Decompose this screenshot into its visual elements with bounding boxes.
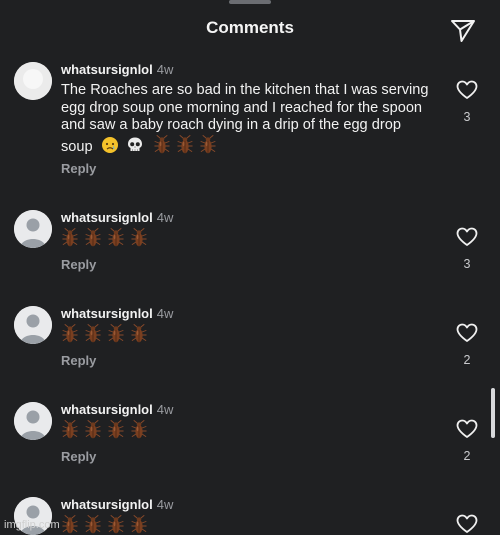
comment-meta: whatsursignlol 4w: [61, 210, 173, 225]
cockroach-icon: [84, 420, 102, 440]
avatar[interactable]: [14, 62, 52, 100]
heart-icon[interactable]: [456, 514, 478, 534]
cockroach-icon: [130, 515, 148, 535]
page-title: Comments: [206, 18, 294, 37]
comment-item: whatsursignlol 4w Reply 3: [0, 208, 500, 288]
cockroach-icon: [199, 134, 217, 155]
cockroach-icon: [130, 228, 148, 248]
heart-icon[interactable]: [456, 227, 478, 247]
cockroach-icon: [61, 420, 79, 440]
username[interactable]: whatsursignlol: [61, 402, 153, 417]
watermark: imgflip.com: [4, 519, 60, 531]
cockroach-icon: [130, 420, 148, 440]
timestamp: 4w: [156, 497, 174, 512]
comment-emojis: [61, 515, 153, 535]
username[interactable]: whatsursignlol: [61, 210, 153, 225]
reply-button[interactable]: Reply: [61, 257, 96, 272]
comment-item: whatsursignlol 4w The Roaches are so bad …: [0, 60, 500, 195]
sheet-grabber[interactable]: [229, 0, 271, 4]
comment-emojis: [61, 420, 153, 442]
like-count: 3: [463, 110, 471, 124]
comment-meta: whatsursignlol 4w: [61, 402, 173, 417]
cockroach-icon: [61, 324, 79, 344]
cockroach-icon: [107, 324, 125, 344]
comment-item: whatsursignlol 4w Reply 2: [0, 400, 500, 480]
comment-meta: whatsursignlol 4w: [61, 62, 173, 77]
avatar[interactable]: [14, 210, 52, 248]
username[interactable]: whatsursignlol: [61, 62, 153, 77]
cockroach-icon: [130, 324, 148, 344]
comment-item: whatsursignlol 4w: [0, 495, 500, 535]
scrollbar[interactable]: [491, 388, 495, 438]
heart-icon[interactable]: [456, 80, 478, 100]
timestamp: 4w: [156, 210, 174, 225]
reply-button[interactable]: Reply: [61, 449, 96, 464]
cockroach-icon: [107, 515, 125, 535]
heart-icon[interactable]: [456, 419, 478, 439]
comment-meta: whatsursignlol 4w: [61, 497, 173, 512]
like-count: 3: [463, 257, 471, 271]
timestamp: 4w: [156, 306, 174, 321]
timestamp: 4w: [156, 62, 174, 77]
comments-sheet: Comments whatsursignlol 4w The Roaches ar…: [0, 0, 500, 535]
comment-item: whatsursignlol 4w Reply 2: [0, 304, 500, 384]
skull-icon: [126, 136, 144, 154]
cockroach-icon: [84, 228, 102, 248]
username[interactable]: whatsursignlol: [61, 497, 153, 512]
comments-header: Comments: [0, 14, 500, 46]
cockroach-icon: [84, 515, 102, 535]
cockroach-icon: [84, 324, 102, 344]
comment-emojis: [61, 324, 153, 346]
like-count: 2: [463, 353, 471, 367]
timestamp: 4w: [156, 402, 174, 417]
send-icon[interactable]: [449, 16, 477, 44]
heart-icon[interactable]: [456, 323, 478, 343]
cockroach-icon: [176, 134, 194, 155]
cockroach-icon: [107, 420, 125, 440]
cockroach-icon: [61, 515, 79, 535]
avatar[interactable]: [14, 402, 52, 440]
comment-emojis: [61, 228, 153, 250]
cockroach-icon: [153, 134, 171, 155]
reply-button[interactable]: Reply: [61, 353, 96, 368]
reply-button[interactable]: Reply: [61, 161, 96, 176]
avatar[interactable]: [14, 306, 52, 344]
comment-text: The Roaches are so bad in the kitchen th…: [61, 82, 431, 156]
comment-meta: whatsursignlol 4w: [61, 306, 173, 321]
cockroach-icon: [61, 228, 79, 248]
username[interactable]: whatsursignlol: [61, 306, 153, 321]
cockroach-icon: [107, 228, 125, 248]
like-count: 2: [463, 449, 471, 463]
crying-face-icon: [101, 136, 119, 154]
